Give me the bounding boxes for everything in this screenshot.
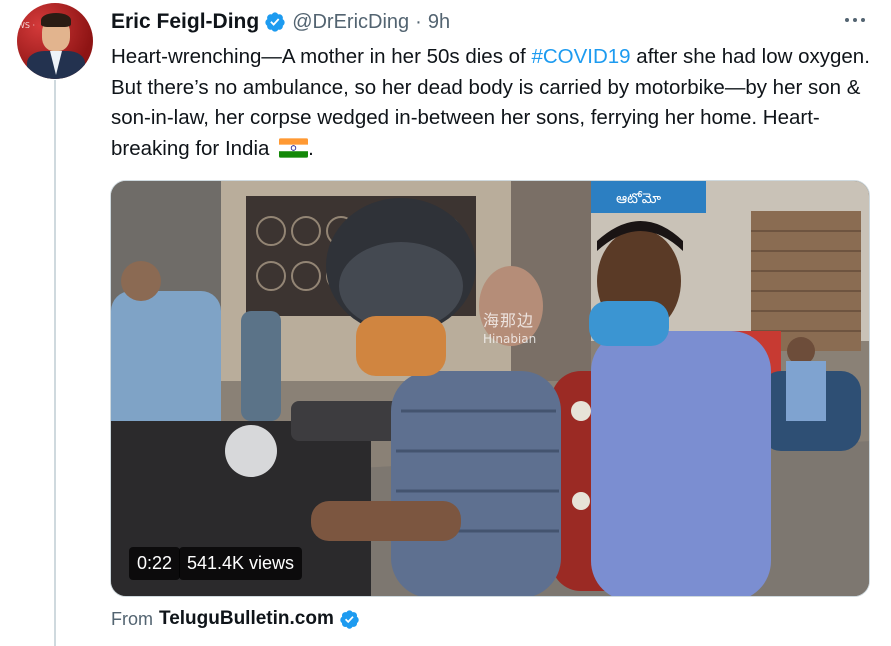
hashtag-link[interactable]: #COVID19	[531, 45, 630, 68]
video-frame-image: ఆటోమో	[111, 181, 869, 596]
media-source: From TeluguBulletin.com	[111, 607, 360, 631]
header-separator: ·	[415, 10, 422, 33]
video-player[interactable]: ఆటోమో 海那边 Hinabian 0:22 541.4K views	[110, 180, 870, 597]
tweet-timestamp[interactable]: 9h	[428, 11, 450, 34]
tweet-text-part1: Heart-wrenching—A mother in her 50s dies…	[111, 45, 532, 68]
source-prefix: From	[111, 608, 153, 629]
verified-badge-icon	[340, 609, 359, 629]
tweet-header: Eric Feigl-Ding @DrEricDing · 9h	[111, 9, 450, 35]
source-account-link[interactable]: TeluguBulletin.com	[159, 608, 334, 630]
video-watermark: 海那边 Hinabian	[483, 307, 536, 346]
tweet: WS · Eric Feigl-Ding @DrEricDing · 9h He…	[0, 0, 891, 646]
video-duration-badge: 0:22	[129, 547, 181, 580]
avatar[interactable]: WS ·	[17, 3, 93, 79]
author-handle[interactable]: @DrEricDing	[292, 11, 409, 34]
avatar-overlay-text: WS ·	[17, 21, 36, 30]
verified-badge-icon	[265, 12, 285, 32]
india-flag-icon	[279, 137, 309, 158]
tweet-text-part3: .	[308, 136, 314, 160]
svg-text:ఆటోమో: ఆటోమో	[616, 191, 662, 207]
author-display-name[interactable]: Eric Feigl-Ding	[111, 10, 259, 34]
watermark-en: Hinabian	[483, 332, 537, 346]
thread-connector-line	[54, 80, 56, 646]
tweet-body-text: Heart-wrenching—A mother in her 50s dies…	[111, 42, 871, 164]
watermark-cn: 海那边	[483, 311, 535, 330]
video-views-badge: 541.4K views	[179, 547, 303, 580]
more-horizontal-icon[interactable]	[840, 10, 870, 30]
